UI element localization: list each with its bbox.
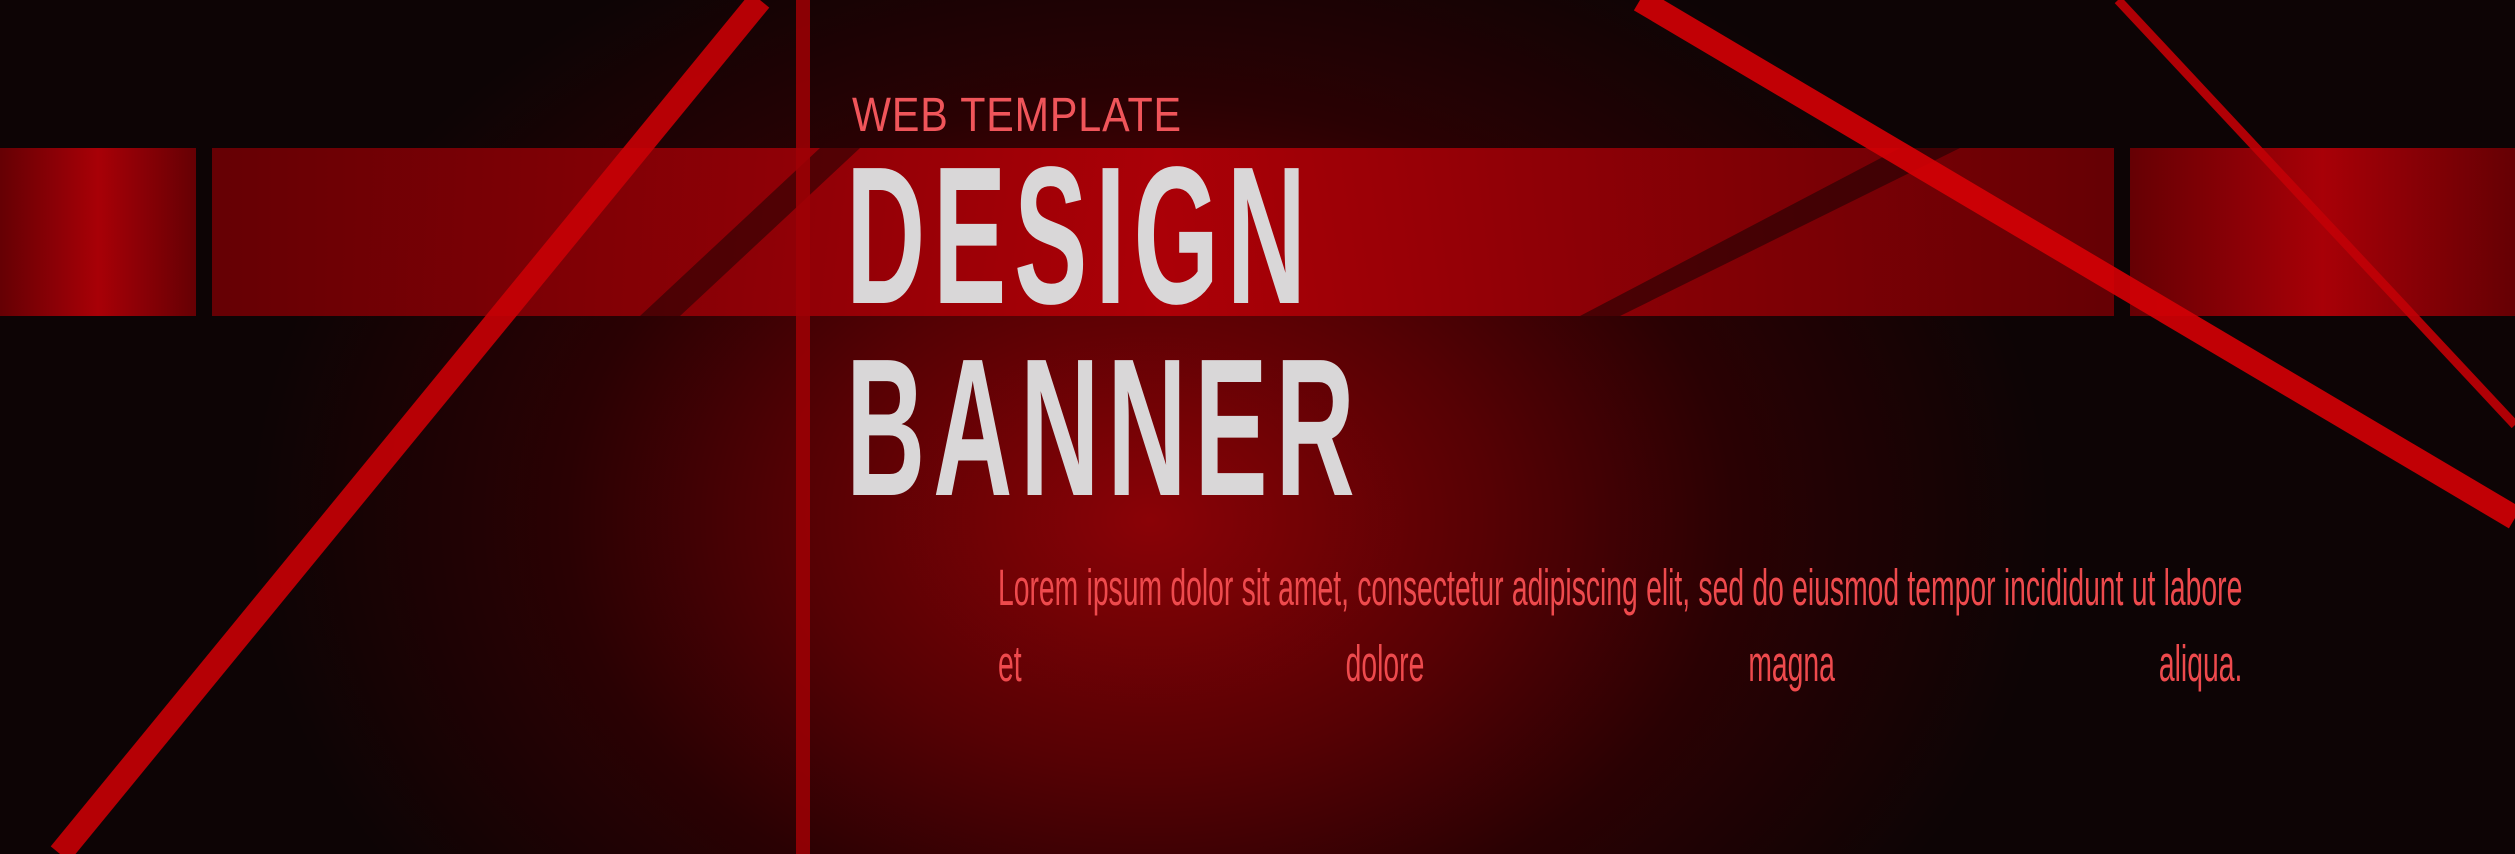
design-banner: WEB TEMPLATE DESIGN BANNER Lorem ipsum d… — [0, 0, 2515, 854]
headline-line-2: BANNER — [846, 318, 1363, 537]
red-band-left — [0, 148, 196, 316]
headline-line-1: DESIGN — [846, 126, 1314, 345]
body-paragraph: Lorem ipsum dolor sit amet, consectetur … — [998, 559, 2243, 692]
red-band-right — [2130, 148, 2515, 316]
diagonal-beam-left — [50, 0, 770, 854]
